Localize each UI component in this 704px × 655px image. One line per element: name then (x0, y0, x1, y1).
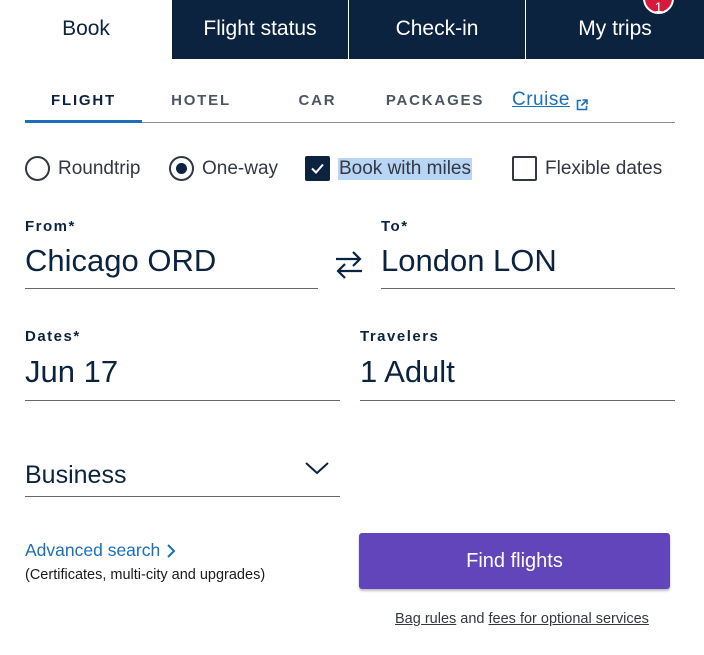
flexible-dates-label: Flexible dates (545, 157, 663, 179)
tab-packages[interactable]: PACKAGES (386, 84, 483, 122)
travelers-label: Travelers (360, 328, 440, 345)
tab-my-trips[interactable]: My trips (526, 0, 704, 59)
from-label: From* (25, 218, 76, 235)
travelers-underline (360, 400, 675, 401)
flexible-dates-option[interactable]: Flexible dates (512, 155, 662, 182)
cruise-link[interactable]: Cruise (512, 84, 592, 122)
book-with-miles-checkbox[interactable] (305, 156, 330, 181)
one-way-option[interactable]: One-way (169, 155, 278, 182)
dates-underline (25, 400, 340, 401)
tab-hotel[interactable]: HOTEL (171, 84, 229, 122)
external-link-icon (576, 95, 588, 111)
from-underline (25, 288, 318, 289)
swap-airports-button[interactable] (333, 248, 365, 282)
tab-my-trips-label: My trips (578, 16, 652, 40)
from-input[interactable]: Chicago ORD (25, 243, 216, 279)
travelers-input[interactable]: 1 Adult (360, 354, 455, 390)
advanced-search-link[interactable]: Advanced search (25, 540, 176, 561)
roundtrip-radio[interactable] (25, 156, 50, 181)
product-tab-bar: FLIGHT HOTEL CAR PACKAGES Cruise (25, 84, 675, 123)
one-way-label: One-way (202, 157, 279, 179)
cabin-underline (25, 496, 340, 497)
dates-input[interactable]: Jun 17 (25, 354, 118, 390)
tab-book[interactable]: Book (0, 0, 172, 59)
roundtrip-label: Roundtrip (58, 157, 141, 179)
to-input[interactable]: London LON (381, 243, 557, 279)
chevron-right-icon (166, 543, 176, 559)
book-with-miles-label: Book with miles (338, 157, 472, 180)
roundtrip-option[interactable]: Roundtrip (25, 155, 140, 182)
dates-label: Dates* (25, 328, 81, 345)
swap-arrows-icon (336, 251, 362, 279)
bag-rules-link[interactable]: Bag rules (395, 611, 456, 627)
cruise-link-label: Cruise (512, 89, 570, 110)
tab-car[interactable]: CAR (299, 84, 335, 122)
tab-check-in-label: Check-in (395, 16, 479, 40)
chevron-down-icon[interactable] (304, 460, 330, 476)
tab-flight[interactable]: FLIGHT (25, 84, 142, 123)
tab-flight-status-label: Flight status (203, 16, 317, 40)
to-label: To* (381, 218, 409, 235)
book-with-miles-option[interactable]: Book with miles (305, 155, 472, 182)
find-flights-button[interactable]: Find flights (359, 533, 670, 589)
advanced-search-label: Advanced search (25, 540, 161, 560)
tab-check-in[interactable]: Check-in (349, 0, 526, 59)
cabin-select[interactable]: Business (25, 461, 126, 490)
tab-book-label: Book (62, 16, 110, 40)
checkmark-icon (311, 163, 324, 174)
optional-fees-link[interactable]: fees for optional services (489, 611, 649, 627)
top-tab-bar: Book Flight status Check-in My trips (0, 0, 704, 59)
one-way-radio[interactable] (169, 156, 194, 181)
to-underline (381, 288, 675, 289)
footer-links: Bag rules and fees for optional services (395, 611, 649, 627)
footer-and-text: and (456, 611, 489, 627)
flexible-dates-checkbox[interactable] (512, 156, 537, 181)
tab-flight-status[interactable]: Flight status (172, 0, 349, 59)
advanced-search-subtext: (Certificates, multi-city and upgrades) (25, 567, 266, 583)
